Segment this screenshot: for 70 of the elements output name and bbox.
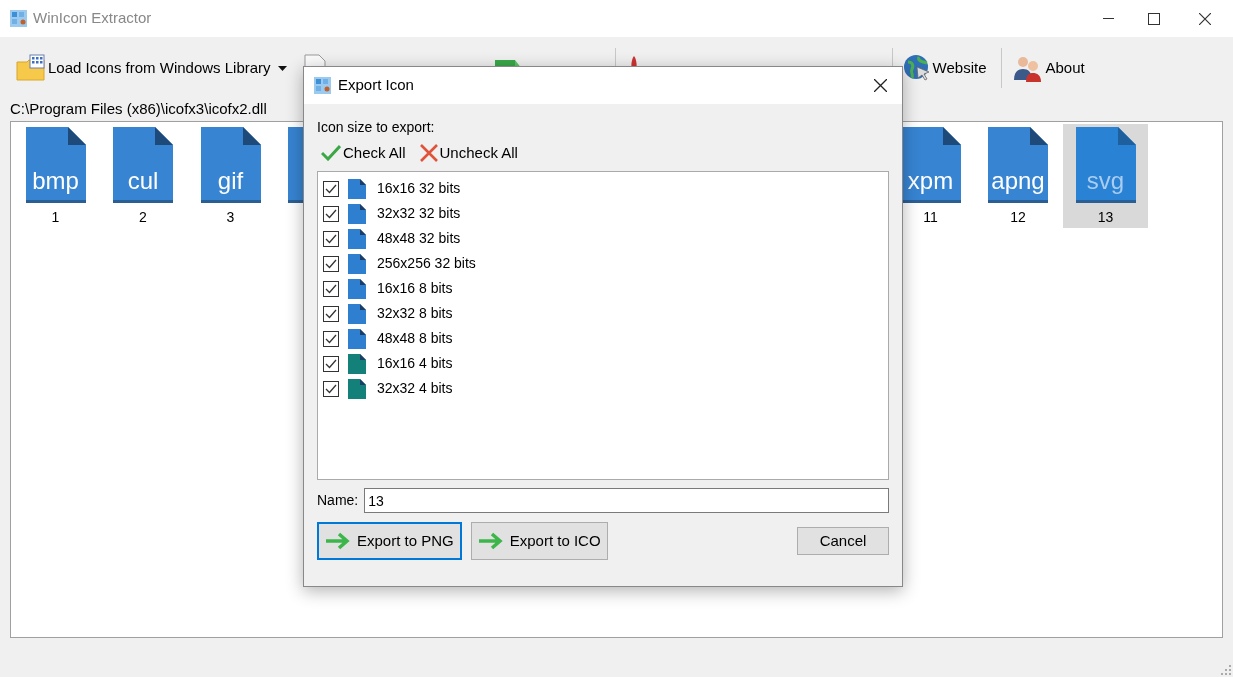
- icon-item[interactable]: apng 12: [975, 124, 1061, 228]
- checkbox[interactable]: [323, 355, 339, 372]
- size-label: 16x16 4 bits: [377, 354, 453, 373]
- folder-icon: [16, 54, 46, 82]
- size-label: 48x48 8 bits: [377, 329, 453, 348]
- file-extension: gif: [216, 167, 245, 195]
- size-label: 16x16 32 bits: [377, 179, 461, 198]
- checkmark-icon: [321, 145, 341, 161]
- toolbar-button[interactable]: Load Icons from Windows Library: [14, 48, 289, 88]
- checkbox[interactable]: [323, 205, 339, 222]
- checkbox[interactable]: [323, 280, 339, 297]
- check-all-button[interactable]: Check All: [317, 141, 410, 165]
- icon-item[interactable]: svg 13: [1063, 124, 1148, 228]
- arrow-icon: [477, 532, 504, 550]
- cancel-button[interactable]: Cancel: [797, 527, 889, 555]
- close-icon: [1199, 12, 1211, 25]
- size-label: 32x32 4 bits: [377, 379, 453, 398]
- checkbox[interactable]: [323, 380, 339, 397]
- prompt-label: Icon size to export:: [317, 118, 436, 136]
- window-title: WinIcon Extractor: [33, 8, 152, 29]
- app-icon: [10, 10, 27, 27]
- size-label: 32x32 32 bits: [377, 204, 461, 223]
- name-label: Name:: [317, 491, 359, 510]
- export-button[interactable]: Export to ICO: [470, 522, 608, 560]
- icon-item[interactable]: gif 3: [188, 124, 273, 228]
- icon-label: 12: [1010, 209, 1026, 225]
- icon-item[interactable]: bmp 1: [13, 124, 98, 228]
- size-label: 16x16 8 bits: [377, 279, 453, 298]
- checkbox[interactable]: [323, 305, 339, 322]
- file-icon: [1075, 127, 1136, 203]
- file-icon: [900, 127, 961, 203]
- size-label: 48x48 32 bits: [377, 229, 461, 248]
- maximize-icon: [1148, 12, 1160, 25]
- icon-label: 2: [139, 209, 147, 225]
- globe-icon: [902, 54, 931, 82]
- users-icon: [1011, 54, 1044, 82]
- file-extension: bmp: [31, 167, 80, 195]
- file-icon: [25, 127, 86, 203]
- export-button[interactable]: Export to PNG: [317, 522, 462, 560]
- file-extension: cul: [126, 167, 160, 195]
- icon-label: 1: [51, 209, 60, 225]
- checkbox[interactable]: [323, 230, 339, 247]
- file-extension: apng: [990, 167, 1046, 195]
- name-field[interactable]: 13: [364, 488, 889, 513]
- file-icon: [113, 127, 173, 203]
- dialog-title: Export Icon: [338, 75, 414, 96]
- file-path: C:\Program Files (x86)\icofx3\icofx2.dll: [10, 99, 268, 119]
- dropdown-caret-icon: [277, 65, 287, 71]
- icon-item[interactable]: xpm 11: [888, 124, 973, 228]
- file-extension: xpm: [906, 167, 955, 195]
- uncheck-all-button[interactable]: Uncheck All: [417, 141, 520, 165]
- icon-item[interactable]: cul 2: [100, 124, 186, 228]
- cross-icon: [419, 144, 438, 162]
- file-icon: [988, 127, 1048, 203]
- file-icon: [200, 127, 261, 203]
- file-extension: svg: [1085, 167, 1126, 195]
- toolbar-button[interactable]: About: [1009, 48, 1087, 88]
- size-label: 256x256 32 bits: [377, 254, 476, 273]
- size-label: 32x32 8 bits: [377, 304, 453, 323]
- checkbox[interactable]: [323, 255, 339, 272]
- minimize-icon: [1102, 18, 1114, 19]
- resize-grip-icon: [1221, 665, 1231, 675]
- app-icon: [314, 77, 331, 94]
- icon-label: 3: [226, 209, 235, 225]
- icon-label: 13: [1097, 209, 1114, 225]
- close-icon: [873, 79, 887, 92]
- checkbox[interactable]: [323, 180, 339, 197]
- icon-label: 11: [923, 209, 938, 225]
- arrow-icon: [325, 532, 351, 550]
- checkbox[interactable]: [323, 330, 339, 347]
